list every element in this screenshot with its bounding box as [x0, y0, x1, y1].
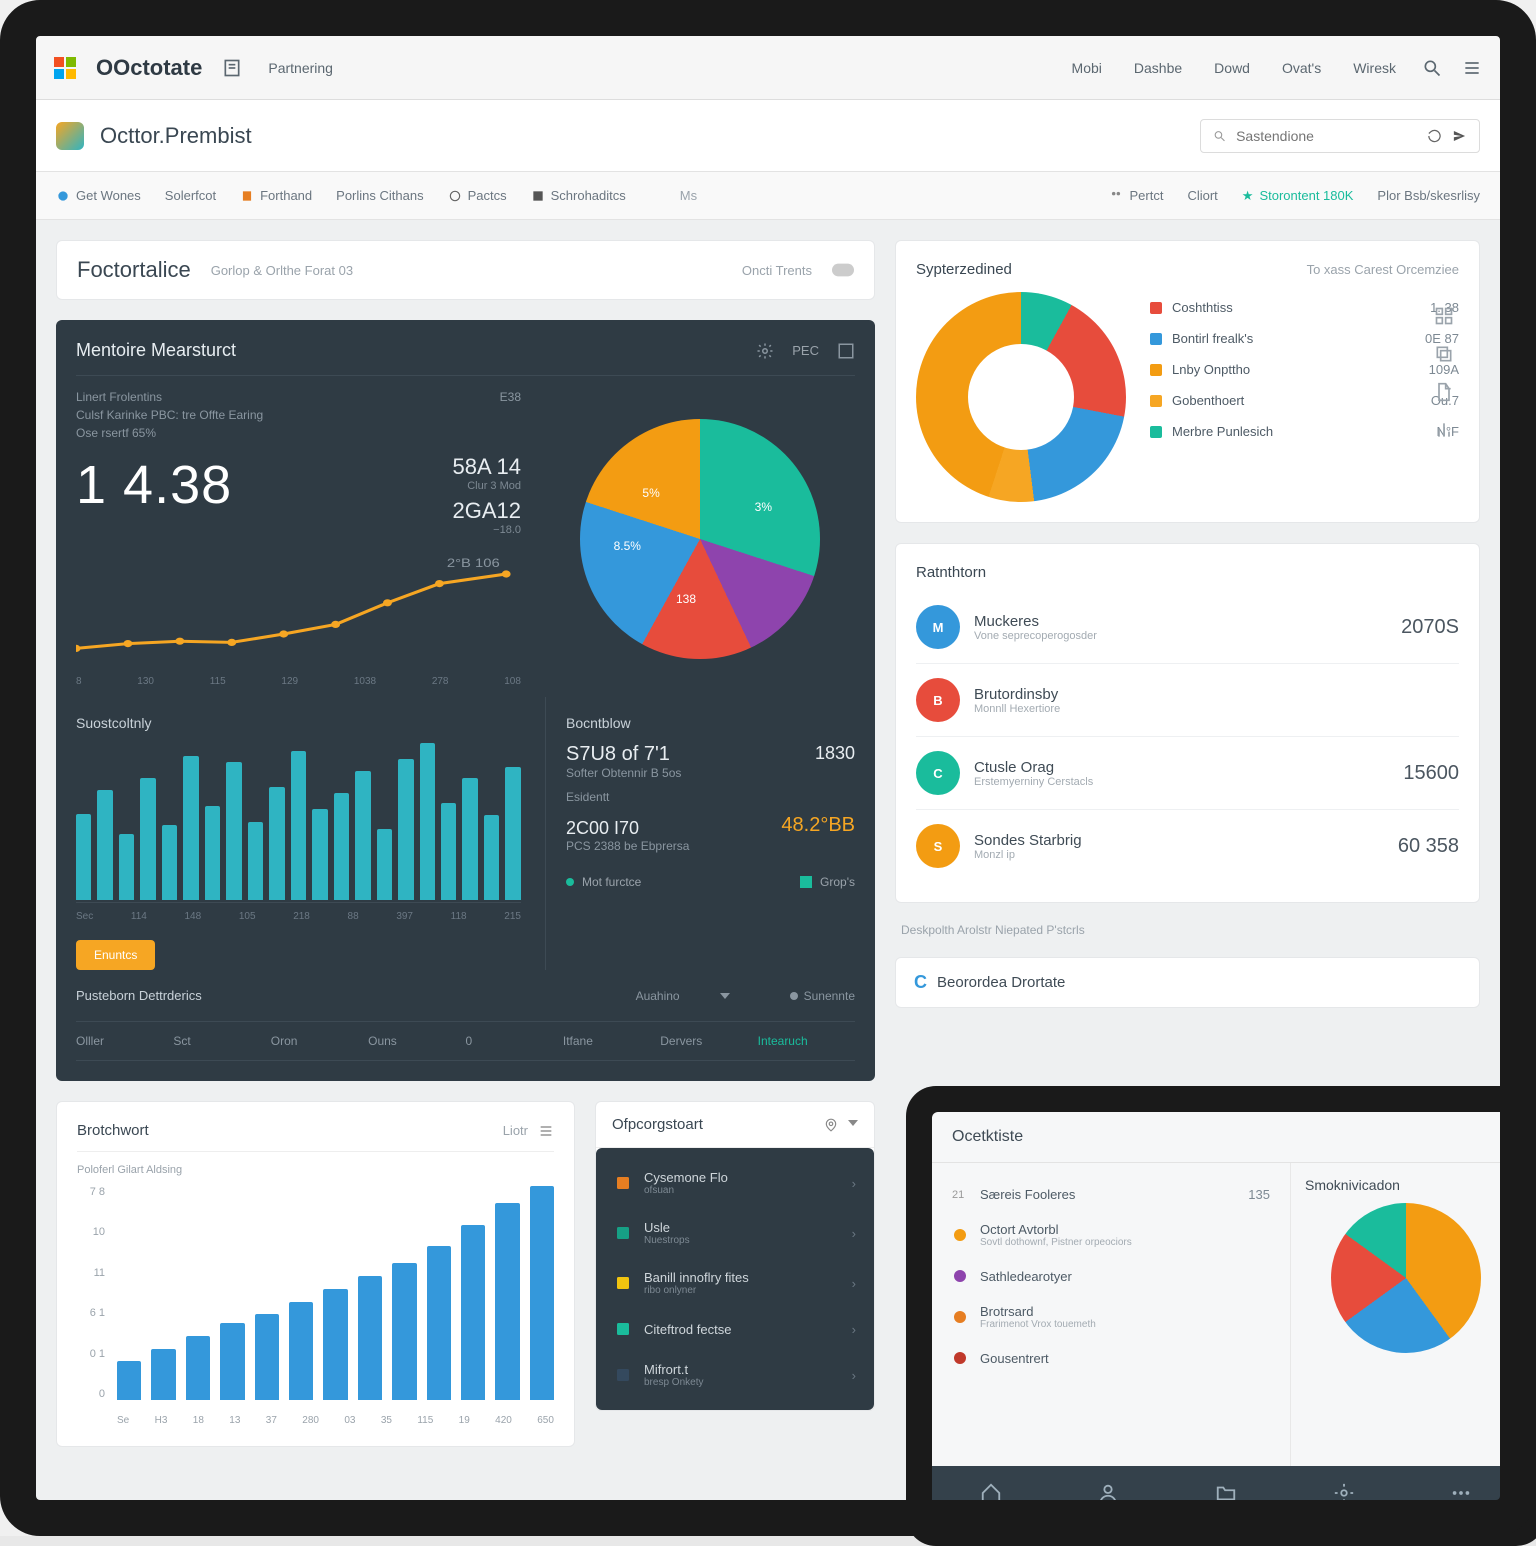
- folder-icon[interactable]: [1215, 1482, 1237, 1504]
- copy-icon[interactable]: [1434, 344, 1454, 364]
- tablet-list-item[interactable]: Gousentrert: [952, 1340, 1270, 1376]
- tablet-preview: Ocetktiste 21Særeis Fooleres135Octort Av…: [906, 1086, 1536, 1546]
- spark-xticks: 81301151291038278108: [76, 676, 521, 687]
- tool-r2[interactable]: ★ Storontent 180K: [1242, 188, 1354, 204]
- sidenav-item[interactable]: Cysemone Floofsuan›: [596, 1158, 874, 1208]
- doc-icon[interactable]: [222, 58, 242, 78]
- grid-icon[interactable]: [1434, 306, 1454, 326]
- legend-item: Merbre PunlesichN°F: [1150, 416, 1459, 447]
- sidenav-item[interactable]: Mifrort.tbresp Onkety›: [596, 1350, 874, 1400]
- topnav-3[interactable]: Ovat's: [1276, 56, 1327, 80]
- sidenav-item[interactable]: UsleNuestrops›: [596, 1208, 874, 1258]
- legend-item: Lnby Onpttho109A: [1150, 354, 1459, 385]
- search-field-icon: [1213, 129, 1226, 143]
- tablet-list-item[interactable]: Octort AvtorblSovtl dothownf, Pistner or…: [952, 1212, 1270, 1258]
- growth-card: Brotchwort Liotr Poloferl Gilart Aldsing…: [56, 1101, 575, 1447]
- page-title: Foctortalice: [77, 257, 191, 283]
- page-header-card: Foctortalice Gorlop & Orlthe Forat 03 On…: [56, 240, 875, 300]
- search-icon[interactable]: [1422, 58, 1442, 78]
- topnav-2[interactable]: Dowd: [1208, 56, 1256, 80]
- tool-1[interactable]: Solerfcot: [165, 188, 216, 203]
- chevron-down-icon[interactable]: [720, 991, 730, 1001]
- chart-icon[interactable]: [1434, 420, 1454, 440]
- stats-card: Ratnthtorn MMuckeresVone seprecoperogosd…: [895, 543, 1480, 903]
- tool-3[interactable]: Porlins Cithans: [336, 188, 423, 203]
- pie-chart: 3% 5% 8.5% 138: [580, 419, 820, 659]
- project-logo-icon: [56, 122, 84, 150]
- more-icon[interactable]: [1450, 1482, 1472, 1504]
- legend-item: GobenthoertOu.7: [1150, 385, 1459, 416]
- gear-icon[interactable]: [756, 342, 774, 360]
- toolbar: Get Wones Solerfcot Forthand Porlins Cit…: [36, 172, 1500, 220]
- tablet-list-item[interactable]: BrotrsardFrarimenot Vrox touemeth: [952, 1294, 1270, 1340]
- headline-metric: 1 4.38: [76, 454, 263, 516]
- page-link[interactable]: Oncti Trents: [742, 263, 812, 278]
- tool-r3[interactable]: Plor Bsb/skesrlisy: [1377, 188, 1480, 203]
- tool-r1[interactable]: Cliort: [1187, 188, 1217, 203]
- donut-card: Sypterzedined To xass Carest Orcemziee C…: [895, 240, 1480, 523]
- tool-r0[interactable]: Pertct: [1109, 188, 1163, 203]
- brand-name: OOctotate: [96, 55, 202, 81]
- expand-icon[interactable]: [837, 342, 855, 360]
- stat-item[interactable]: BBrutordinsbyMonnll Hexertiore: [916, 664, 1459, 737]
- file-icon[interactable]: [1434, 382, 1454, 402]
- tablet-tabbar: [932, 1466, 1520, 1520]
- share-icon[interactable]: [1452, 128, 1467, 144]
- legend-item: Coshthtiss1. 38: [1150, 292, 1459, 323]
- tablet-donut: [1331, 1203, 1481, 1353]
- tablet-list-item[interactable]: 21Særeis Fooleres135: [952, 1177, 1270, 1212]
- stat-item[interactable]: CCtusle OragErstemyerniny Cerstacls15600: [916, 737, 1459, 810]
- primary-action-button[interactable]: Enuntcs: [76, 940, 155, 970]
- topbar: OOctotate Partnering Mobi Dashbe Dowd Ov…: [36, 36, 1500, 100]
- bar-chart: [76, 743, 521, 903]
- app-logo-icon: [54, 57, 76, 79]
- metrics-title: Mentoire Mearsturct: [76, 340, 236, 361]
- chevron-down-icon[interactable]: [848, 1118, 858, 1128]
- topnav-0[interactable]: Mobi: [1066, 56, 1108, 80]
- home-icon[interactable]: [980, 1482, 1002, 1504]
- legend-item: Bontirl frealk's0E 87: [1150, 323, 1459, 354]
- tablet-title: Ocetktiste: [932, 1112, 1520, 1163]
- svg-text:2°B 106: 2°B 106: [447, 556, 500, 569]
- side-nav-card: Ofpcorgstoart Cysemone Floofsuan›UsleNue…: [595, 1101, 875, 1411]
- topnav-partnering[interactable]: Partnering: [262, 56, 339, 80]
- donut-chart: [916, 292, 1126, 502]
- topnav-4[interactable]: Wiresk: [1347, 56, 1402, 80]
- stat-item[interactable]: MMuckeresVone seprecoperogosder2070S: [916, 591, 1459, 664]
- settings-icon[interactable]: [1333, 1482, 1355, 1504]
- menu-icon[interactable]: [1462, 58, 1482, 78]
- search-box[interactable]: [1200, 119, 1480, 153]
- metrics-tab[interactable]: PEC: [792, 343, 819, 358]
- topnav-1[interactable]: Dashbe: [1128, 56, 1188, 80]
- sparkline-chart: 2°B 106: [76, 550, 521, 670]
- subbar: Octtor.Prembist: [36, 100, 1500, 172]
- page-subtitle: Gorlop & Orlthe Forat 03: [211, 263, 353, 278]
- tablet-list-item[interactable]: Sathledearotyer: [952, 1258, 1270, 1294]
- user-icon[interactable]: [1097, 1482, 1119, 1504]
- search-input[interactable]: [1236, 128, 1417, 144]
- pin-icon[interactable]: [824, 1118, 838, 1132]
- table-header: OlllerSctOronOuns0ItfaneDerversIntearuch: [76, 1021, 855, 1061]
- right-icon-strip: [1424, 296, 1464, 440]
- project-title: Octtor.Prembist: [100, 123, 252, 149]
- list-icon[interactable]: [538, 1123, 554, 1139]
- metrics-panel: Mentoire Mearsturct PEC Linert Frolentin…: [56, 320, 875, 1081]
- section-c-header: C Beorordea Drortate: [895, 957, 1480, 1008]
- tool-2[interactable]: Forthand: [240, 188, 312, 203]
- tool-4[interactable]: Pactcs: [448, 188, 507, 203]
- toggle-icon[interactable]: [832, 263, 854, 277]
- tool-0[interactable]: Get Wones: [56, 188, 141, 203]
- sidenav-item[interactable]: Citeftrod fectse›: [596, 1308, 874, 1350]
- stat-item[interactable]: SSondes StarbrigMonzl ip60 358: [916, 810, 1459, 882]
- tool-5[interactable]: Schrohaditcs: [531, 188, 626, 203]
- growth-chart: 7 810116 10 10 SeH3181337280033511519420…: [77, 1186, 554, 1426]
- refresh-icon[interactable]: [1427, 128, 1442, 144]
- sidenav-item[interactable]: Banill innoflry fitesribo onlyner›: [596, 1258, 874, 1308]
